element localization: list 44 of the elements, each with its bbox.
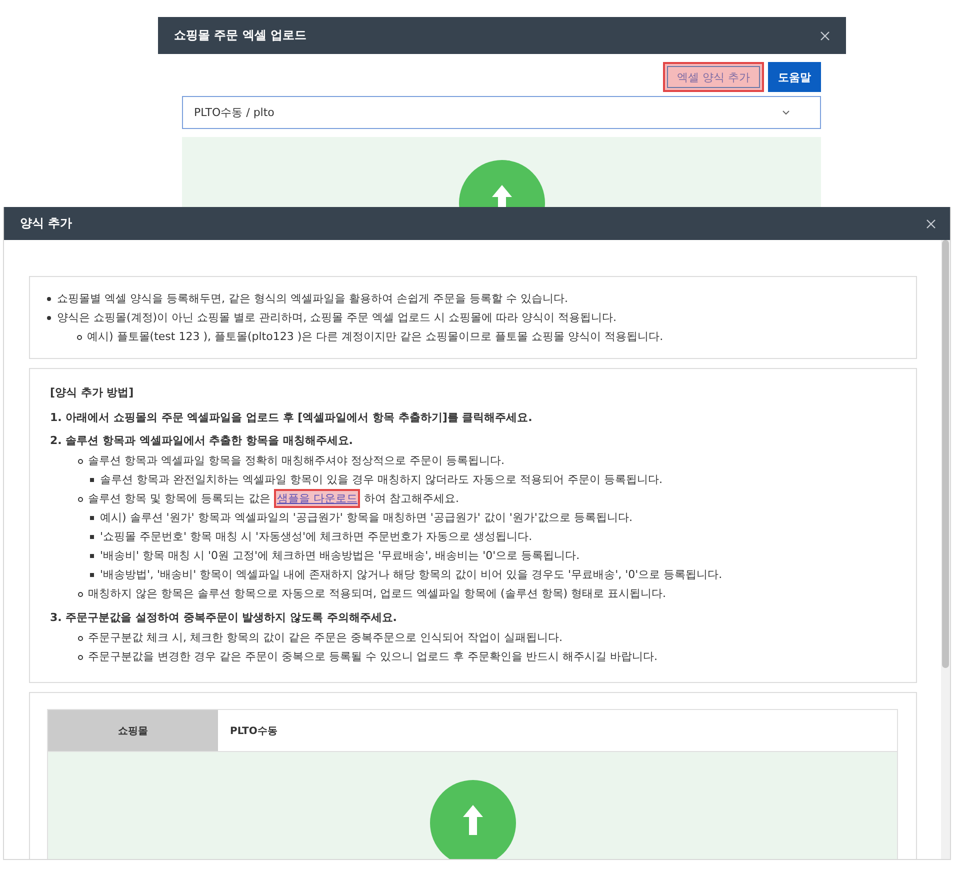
- guide-heading: [양식 추가 방법]: [50, 385, 135, 400]
- step-title: 3. 주문구분값을 설정하여 중복주문이 발생하지 않도록 주의해주세요.: [50, 610, 398, 625]
- bullet-icon: [78, 458, 83, 464]
- help-button[interactable]: 도움말: [768, 62, 821, 92]
- list-text: 양식은 쇼핑몰(계정)이 아닌 쇼핑몰 별로 관리하며, 쇼핑몰 주문 엑셀 업로드 시 쇼핑몰에 따라 양식이 적용됩니다.: [57, 310, 617, 326]
- scrollbar[interactable]: [941, 240, 950, 859]
- bullet-icon: [90, 554, 94, 558]
- bullet-icon: [47, 297, 51, 301]
- bullet-icon: [90, 516, 94, 520]
- list-text: 솔루션 항목과 완전일치하는 엑셀파일 항목이 있을 경우 매칭하지 않더라도 자동으로 적용되어 주문이 등록됩니다.: [100, 472, 662, 488]
- step-title: 2. 솔루션 항목과 엑셀파일에서 추출한 항목을 매칭해주세요.: [50, 433, 354, 448]
- table-cell-text: PLTO수동: [229, 724, 278, 738]
- bullet-icon: [78, 496, 83, 502]
- list-text: 솔루션 항목과 엑셀파일 항목을 정확히 매칭해주셔야 정상적으로 주문이 등록됩니다.: [88, 453, 504, 469]
- bullet-icon: [47, 316, 51, 320]
- mall-select[interactable]: PLTO수동 / plto: [182, 96, 821, 129]
- window-title: 쇼핑몰 주문 엑셀 업로드: [174, 27, 307, 44]
- table-header: 쇼핑몰: [48, 710, 218, 751]
- close-icon[interactable]: [820, 30, 830, 40]
- list-text: '배송비' 항목 매칭 시 '0원 고정'에 체크하면 배송방법은 '무료배송', 배송비는 '0'으로 등록됩니다.: [100, 548, 580, 564]
- bullet-icon: [90, 535, 94, 539]
- list-text: 매칭하지 않은 항목은 솔루션 항목으로 자동으로 적용되며, 업로드 엑셀파일 항목에 (솔루션 항목) 형태로 표시됩니다.: [88, 586, 666, 602]
- step-title: 1. 아래에서 쇼핑몰의 주문 엑셀파일을 업로드 후 [엑셀파일에서 항목 추출하기]를 클릭해주세요.: [50, 410, 534, 425]
- select-value: PLTO수동 / plto: [194, 105, 274, 120]
- list-text: 쇼핑몰별 엑셀 양식을 등록해두면, 같은 형식의 엑셀파일을 활용하여 손쉽게 주문을 등록할 수 있습니다.: [57, 291, 568, 307]
- bullet-icon: [78, 654, 83, 660]
- upload-icon[interactable]: [428, 779, 516, 859]
- list-text: 예시) 솔루션 '원가' 항목과 엑셀파일의 '공급원가' 항목을 매칭하면 '공급원가' 값이 '원가'값으로 등록됩니다.: [100, 510, 632, 526]
- bullet-icon: [78, 636, 83, 640]
- bullet-icon: [78, 592, 83, 596]
- bullet-icon: [90, 573, 94, 577]
- window-title: 양식 추가: [20, 215, 72, 232]
- bullet-icon: [77, 334, 82, 340]
- list-text: 주문구분값 체크 시, 체크한 항목의 값이 같은 주문은 중복주문으로 인식되어 작업이 실패됩니다.: [88, 630, 562, 646]
- list-text: '배송방법', '배송비' 항목이 엑셀파일 내에 존재하지 않거나 해당 항목의 값이 비어 있을 경우도 '무료배송', '0'으로 등록됩니다.: [100, 567, 722, 583]
- list-text: 솔루션 항목 및 항목에 등록되는 값은 샘플을 다운로드 하여 참고해주세요.: [88, 491, 459, 507]
- list-text: 예시) 플토몰(test 123 ), 플토몰(plto123 )은 다른 계정이지만 같은 쇼핑몰이므로 플토몰 쇼핑몰 양식이 적용됩니다.: [87, 329, 664, 345]
- chevron-icon: [782, 110, 790, 115]
- list-text: '쇼핑몰 주문번호' 항목 매칭 시 '자동생성'에 체크하면 주문번호가 자동으로 생성됩니다.: [100, 529, 532, 545]
- list-text: 주문구분값을 변경한 경우 같은 주문이 중복으로 등록될 수 있으니 업로드 후 주문확인을 반드시 해주시길 바랍니다.: [88, 649, 658, 665]
- bullet-icon: [90, 478, 94, 482]
- upload-area[interactable]: [48, 751, 897, 859]
- close-icon[interactable]: [926, 218, 936, 228]
- sample-download-link[interactable]: 샘플을 다운로드: [274, 489, 360, 508]
